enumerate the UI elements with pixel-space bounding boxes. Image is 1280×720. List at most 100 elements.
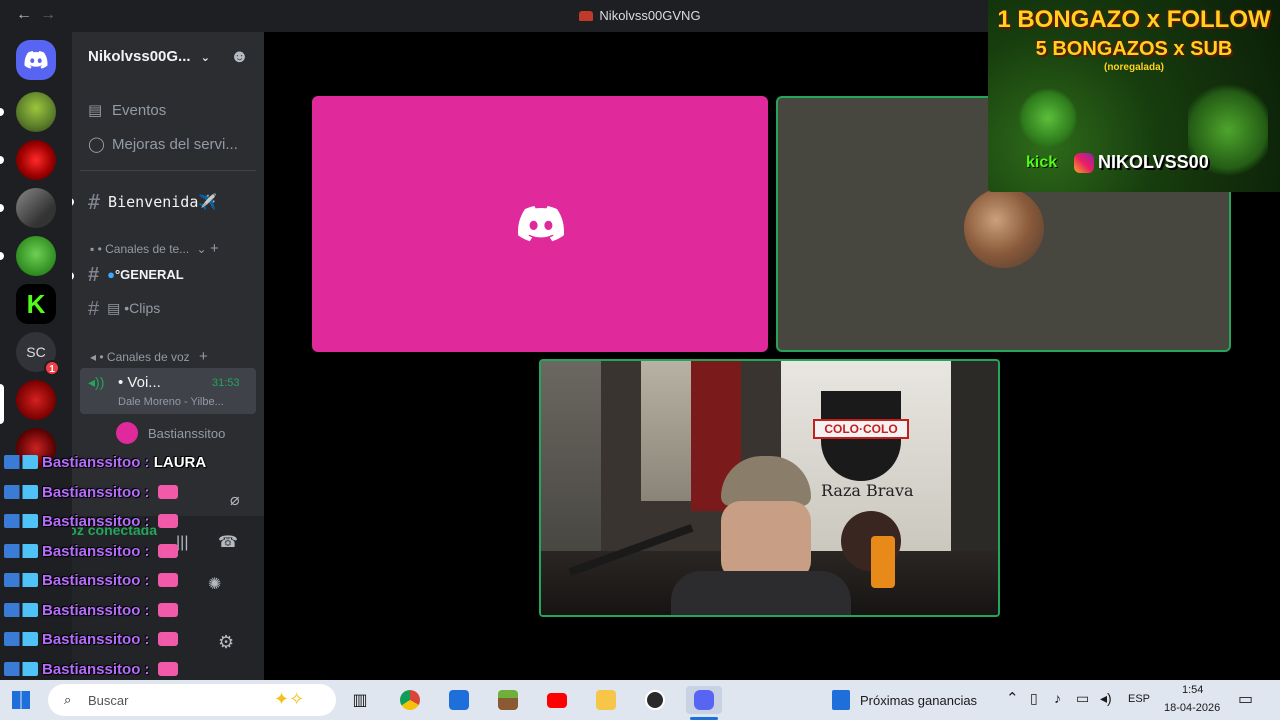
unread-dot bbox=[72, 272, 74, 280]
clock-date[interactable]: 18-04-2026 bbox=[1164, 702, 1220, 714]
chevron-up-icon[interactable]: ⌃ bbox=[1006, 689, 1019, 707]
chat-username: Bastianssitoo bbox=[42, 660, 141, 678]
language-indicator[interactable]: ESP bbox=[1128, 693, 1150, 705]
discord-logo-icon bbox=[24, 51, 48, 69]
kick-server-icon[interactable]: K bbox=[16, 284, 56, 324]
server-name[interactable]: Nikolvss00G... ⌄ bbox=[88, 48, 210, 65]
stream-promo-overlay: 1 BONGAZO x FOLLOW 5 BONGAZOS x SUB (nor… bbox=[988, 0, 1280, 192]
unread-pill bbox=[0, 156, 4, 164]
notifications-icon[interactable]: ▭ bbox=[1238, 689, 1253, 709]
microphone-icon[interactable]: ♪ bbox=[1054, 690, 1061, 706]
shield-icon: ◯ bbox=[88, 136, 105, 153]
platform-badge-icon bbox=[4, 543, 38, 558]
server-icon-4[interactable] bbox=[16, 236, 56, 276]
chat-message: Bastianssitoo : bbox=[4, 602, 178, 624]
chat-message: Bastianssitoo : LAURA bbox=[4, 454, 206, 476]
channel-clips[interactable]: # ▤ •Clips bbox=[88, 298, 160, 321]
youtube-button[interactable] bbox=[539, 686, 575, 714]
minecraft-button[interactable] bbox=[490, 686, 526, 714]
add-member-icon[interactable]: ☻ bbox=[230, 46, 249, 67]
voice-channel-row[interactable]: ◂)) • Voi... 31:53 Dale Moreno - Yilbe..… bbox=[80, 368, 256, 414]
server-icon-1[interactable] bbox=[16, 92, 56, 132]
platform-badge-icon bbox=[4, 632, 38, 646]
streamer-shirt bbox=[671, 571, 851, 615]
instagram-icon bbox=[1074, 153, 1094, 173]
voice-category[interactable]: ◂ • Canales de voz + bbox=[90, 348, 208, 365]
promo-handle: NIKOLVSS00 bbox=[1098, 152, 1209, 172]
channel-welcome[interactable]: # Bienvenida✈️ bbox=[88, 190, 217, 214]
emote-icon bbox=[157, 661, 178, 676]
unread-pill bbox=[0, 108, 4, 116]
file-explorer-button[interactable] bbox=[588, 686, 624, 714]
chat-separator: : bbox=[140, 483, 154, 501]
emote-icon bbox=[157, 514, 178, 528]
store-button[interactable] bbox=[441, 686, 477, 714]
clock-time[interactable]: 1:54 bbox=[1182, 684, 1203, 696]
sparkle-icon: ✦✧ bbox=[274, 689, 305, 709]
server-icon-2[interactable] bbox=[16, 140, 56, 180]
server-icon-sc[interactable]: SC 1 bbox=[16, 332, 60, 376]
user-avatar bbox=[116, 422, 138, 444]
windows-start-icon[interactable] bbox=[12, 691, 30, 709]
speaker-icon: ◂ bbox=[90, 350, 97, 364]
voice-user-name[interactable]: Bastianssitoo bbox=[148, 426, 225, 441]
chat-bubble-icon: ▪ bbox=[90, 242, 95, 256]
events-row[interactable]: ▤ Eventos bbox=[88, 101, 166, 119]
chat-separator: : bbox=[140, 572, 154, 589]
hash-icon: # bbox=[88, 264, 100, 286]
task-view-button[interactable]: ▥ bbox=[342, 686, 378, 714]
news-widget-icon[interactable] bbox=[832, 690, 850, 710]
participant-tile-avatar[interactable] bbox=[312, 96, 768, 352]
chat-username: Bastianssitoo bbox=[42, 513, 141, 530]
discord-logo-icon bbox=[518, 206, 565, 242]
chat-separator: : bbox=[140, 601, 154, 619]
device-icon[interactable]: ▯ bbox=[1030, 690, 1038, 707]
hash-icon: # bbox=[88, 298, 100, 320]
chat-message: Bastianssitoo : bbox=[4, 513, 178, 535]
discord-taskbar-button[interactable] bbox=[686, 686, 722, 714]
chat-separator: : bbox=[140, 454, 154, 471]
text-category[interactable]: ▪ • Canales de te... ⌄ + bbox=[90, 240, 219, 257]
search-placeholder: Buscar bbox=[88, 693, 129, 708]
discord-home-button[interactable] bbox=[16, 40, 56, 80]
network-icon[interactable]: ▭ bbox=[1076, 690, 1089, 707]
unread-pill bbox=[0, 252, 4, 260]
chat-separator: : bbox=[140, 660, 154, 678]
obs-button[interactable] bbox=[637, 686, 673, 714]
unread-dot bbox=[72, 198, 74, 206]
chat-message: Bastianssitoo : bbox=[4, 631, 178, 653]
voice-channel-name: • Voi... bbox=[118, 374, 161, 391]
emote-icon bbox=[157, 484, 178, 499]
leaf-decoration bbox=[1018, 88, 1078, 148]
channel-general[interactable]: # ●°GENERAL bbox=[88, 264, 184, 287]
volume-icon[interactable]: ◂) bbox=[1100, 690, 1112, 707]
news-widget-label[interactable]: Próximas ganancias bbox=[860, 693, 977, 708]
folder-icon bbox=[596, 690, 616, 710]
boosts-label: Mejoras del servi... bbox=[112, 136, 238, 153]
chat-username: Bastianssitoo bbox=[42, 542, 141, 560]
emote-icon bbox=[157, 602, 178, 617]
search-icon: ⌕ bbox=[64, 692, 72, 707]
add-channel-icon[interactable]: + bbox=[199, 348, 208, 365]
chevron-down-icon: ⌄ bbox=[200, 52, 210, 64]
webcam-stream-tile[interactable]: COLO·COLO Raza Brava bbox=[539, 359, 1000, 617]
chat-message: Bastianssitoo : bbox=[4, 572, 178, 594]
discord-icon bbox=[694, 690, 714, 710]
current-server-icon[interactable] bbox=[16, 380, 56, 420]
chevron-down-icon: ⌄ bbox=[196, 242, 207, 256]
add-channel-icon[interactable]: + bbox=[210, 240, 219, 257]
connected-speaker-icon: ◂)) bbox=[88, 374, 105, 390]
mention-badge: 1 bbox=[44, 360, 60, 376]
server-icon-3[interactable] bbox=[16, 188, 56, 228]
chat-text: LAURA bbox=[153, 454, 207, 471]
clapper-icon: ▤ bbox=[107, 300, 121, 316]
banner-text: COLO·COLO bbox=[813, 419, 909, 439]
platform-badge-icon bbox=[4, 573, 38, 587]
chat-username: Bastianssitoo bbox=[42, 631, 141, 648]
minecraft-icon bbox=[498, 690, 518, 710]
streamer-face bbox=[721, 501, 811, 581]
taskbar-search[interactable]: ⌕ Buscar ✦✧ bbox=[48, 684, 336, 716]
emote-icon bbox=[157, 573, 178, 587]
chrome-button[interactable] bbox=[392, 686, 428, 714]
boosts-row[interactable]: ◯ Mejoras del servi... bbox=[88, 135, 238, 153]
